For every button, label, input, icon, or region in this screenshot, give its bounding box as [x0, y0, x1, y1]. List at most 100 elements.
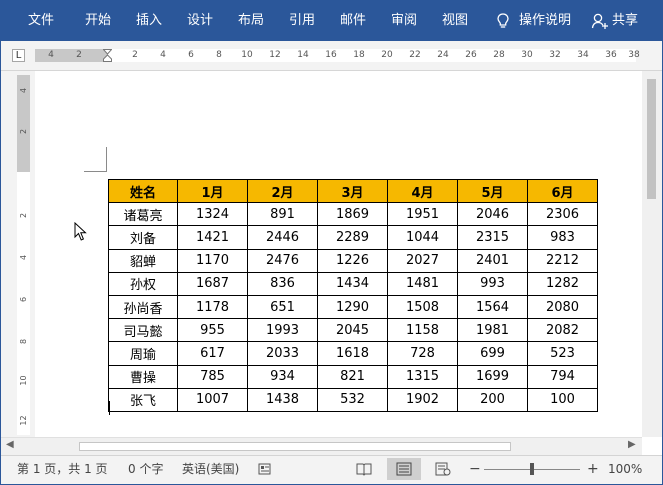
header-month[interactable]: 6月: [527, 178, 598, 204]
scroll-left-icon[interactable]: ◀: [6, 439, 14, 450]
cell-value[interactable]: 1618: [317, 341, 388, 366]
cell-name[interactable]: 曹操: [108, 364, 178, 389]
header-month[interactable]: 3月: [317, 178, 388, 204]
cell-value[interactable]: 891: [247, 202, 318, 227]
print-layout-icon[interactable]: [396, 462, 412, 476]
cell-value[interactable]: 2046: [457, 202, 528, 227]
cell-value[interactable]: 651: [247, 294, 318, 320]
tab-view[interactable]: 视图: [442, 1, 468, 41]
page-count[interactable]: 第 1 页，共 1 页: [17, 456, 108, 482]
cell-value[interactable]: 200: [457, 387, 528, 412]
cell-value[interactable]: 2082: [527, 318, 598, 343]
cell-value[interactable]: 1434: [317, 271, 388, 296]
cell-value[interactable]: 2212: [527, 248, 598, 273]
cell-value[interactable]: 2080: [527, 294, 598, 320]
cell-value[interactable]: 1481: [387, 271, 458, 296]
header-month[interactable]: 1月: [177, 178, 248, 204]
cell-value[interactable]: 1324: [177, 202, 248, 227]
cell-value[interactable]: 728: [387, 341, 458, 366]
scroll-right-icon[interactable]: ▶: [628, 439, 636, 450]
cell-name[interactable]: 司马懿: [108, 318, 178, 343]
cell-name[interactable]: 诸葛亮: [108, 202, 178, 227]
cell-value[interactable]: 617: [177, 341, 248, 366]
cell-value[interactable]: 794: [527, 364, 598, 389]
cell-value[interactable]: 1044: [387, 225, 458, 250]
cell-name[interactable]: 貂蝉: [108, 248, 178, 273]
cell-value[interactable]: 1158: [387, 318, 458, 343]
cell-name[interactable]: 孙权: [108, 271, 178, 296]
cell-value[interactable]: 2446: [247, 225, 318, 250]
zoom-in-button[interactable]: +: [587, 456, 599, 482]
vertical-scroll-thumb[interactable]: [647, 79, 656, 199]
zoom-slider-thumb[interactable]: [530, 463, 534, 475]
zoom-out-button[interactable]: −: [469, 456, 481, 482]
cell-value[interactable]: 983: [527, 225, 598, 250]
cell-value[interactable]: 1226: [317, 248, 388, 273]
tab-references[interactable]: 引用: [289, 1, 315, 41]
cell-name[interactable]: 孙尚香: [108, 294, 178, 320]
cell-value[interactable]: 2289: [317, 225, 388, 250]
cell-name[interactable]: 周瑜: [108, 341, 178, 366]
share-button[interactable]: 共享: [612, 1, 638, 41]
header-month[interactable]: 5月: [457, 178, 528, 204]
data-table[interactable]: 姓名 1月 2月 3月 4月 5月 6月 诸葛亮 1324 891 1869 1951 2…: [108, 178, 598, 412]
tab-layout[interactable]: 布局: [238, 1, 264, 41]
cell-value[interactable]: 955: [177, 318, 248, 343]
indent-marker-icon[interactable]: [103, 49, 112, 62]
cell-value[interactable]: 1687: [177, 271, 248, 296]
tell-me-search[interactable]: 操作说明: [519, 1, 571, 41]
web-layout-icon[interactable]: [435, 462, 451, 476]
cell-value[interactable]: 836: [247, 271, 318, 296]
tab-selector[interactable]: L: [12, 49, 25, 62]
cell-name[interactable]: 张飞: [108, 387, 178, 412]
cell-value[interactable]: 2033: [247, 341, 318, 366]
cell-value[interactable]: 1951: [387, 202, 458, 227]
read-mode-icon[interactable]: [356, 462, 372, 476]
horizontal-scrollbar[interactable]: ◀ ▶: [1, 437, 642, 455]
cell-value[interactable]: 821: [317, 364, 388, 389]
header-name[interactable]: 姓名: [108, 178, 178, 204]
cell-value[interactable]: 100: [527, 387, 598, 412]
cell-value[interactable]: 532: [317, 387, 388, 412]
tab-file[interactable]: 文件: [28, 1, 54, 41]
cell-value[interactable]: 1438: [247, 387, 318, 412]
horizontal-scroll-thumb[interactable]: [79, 442, 511, 451]
lightbulb-icon[interactable]: [493, 11, 513, 31]
cell-value[interactable]: 1564: [457, 294, 528, 320]
vertical-scrollbar[interactable]: [642, 71, 662, 437]
cell-value[interactable]: 1699: [457, 364, 528, 389]
horizontal-ruler[interactable]: 4 2 2 4 6 8 10 12 14 16 18 20 22 24 26 2…: [35, 49, 640, 62]
header-month[interactable]: 2月: [247, 178, 318, 204]
cell-value[interactable]: 785: [177, 364, 248, 389]
vertical-ruler[interactable]: 4 2 2 4 6 8 10 12: [17, 75, 30, 435]
tab-insert[interactable]: 插入: [136, 1, 162, 41]
cell-value[interactable]: 993: [457, 271, 528, 296]
tab-review[interactable]: 审阅: [391, 1, 417, 41]
cell-value[interactable]: 1178: [177, 294, 248, 320]
cell-value[interactable]: 1282: [527, 271, 598, 296]
cell-value[interactable]: 2315: [457, 225, 528, 250]
cell-value[interactable]: 523: [527, 341, 598, 366]
cell-value[interactable]: 1993: [247, 318, 318, 343]
cell-value[interactable]: 1170: [177, 248, 248, 273]
header-month[interactable]: 4月: [387, 178, 458, 204]
cell-name[interactable]: 刘备: [108, 225, 178, 250]
cell-value[interactable]: 1508: [387, 294, 458, 320]
tab-design[interactable]: 设计: [187, 1, 213, 41]
cell-value[interactable]: 1007: [177, 387, 248, 412]
cell-value[interactable]: 699: [457, 341, 528, 366]
macro-record-icon[interactable]: [258, 462, 272, 476]
language-status[interactable]: 英语(美国): [182, 456, 239, 482]
cell-value[interactable]: 1290: [317, 294, 388, 320]
tab-home[interactable]: 开始: [85, 1, 111, 41]
cell-value[interactable]: 2027: [387, 248, 458, 273]
word-count[interactable]: 0 个字: [128, 456, 163, 482]
cell-value[interactable]: 2401: [457, 248, 528, 273]
zoom-level[interactable]: 100%: [608, 456, 642, 482]
cell-value[interactable]: 1421: [177, 225, 248, 250]
cell-value[interactable]: 2045: [317, 318, 388, 343]
cell-value[interactable]: 2306: [527, 202, 598, 227]
person-add-icon[interactable]: [590, 11, 610, 31]
cell-value[interactable]: 1315: [387, 364, 458, 389]
cell-value[interactable]: 1902: [387, 387, 458, 412]
